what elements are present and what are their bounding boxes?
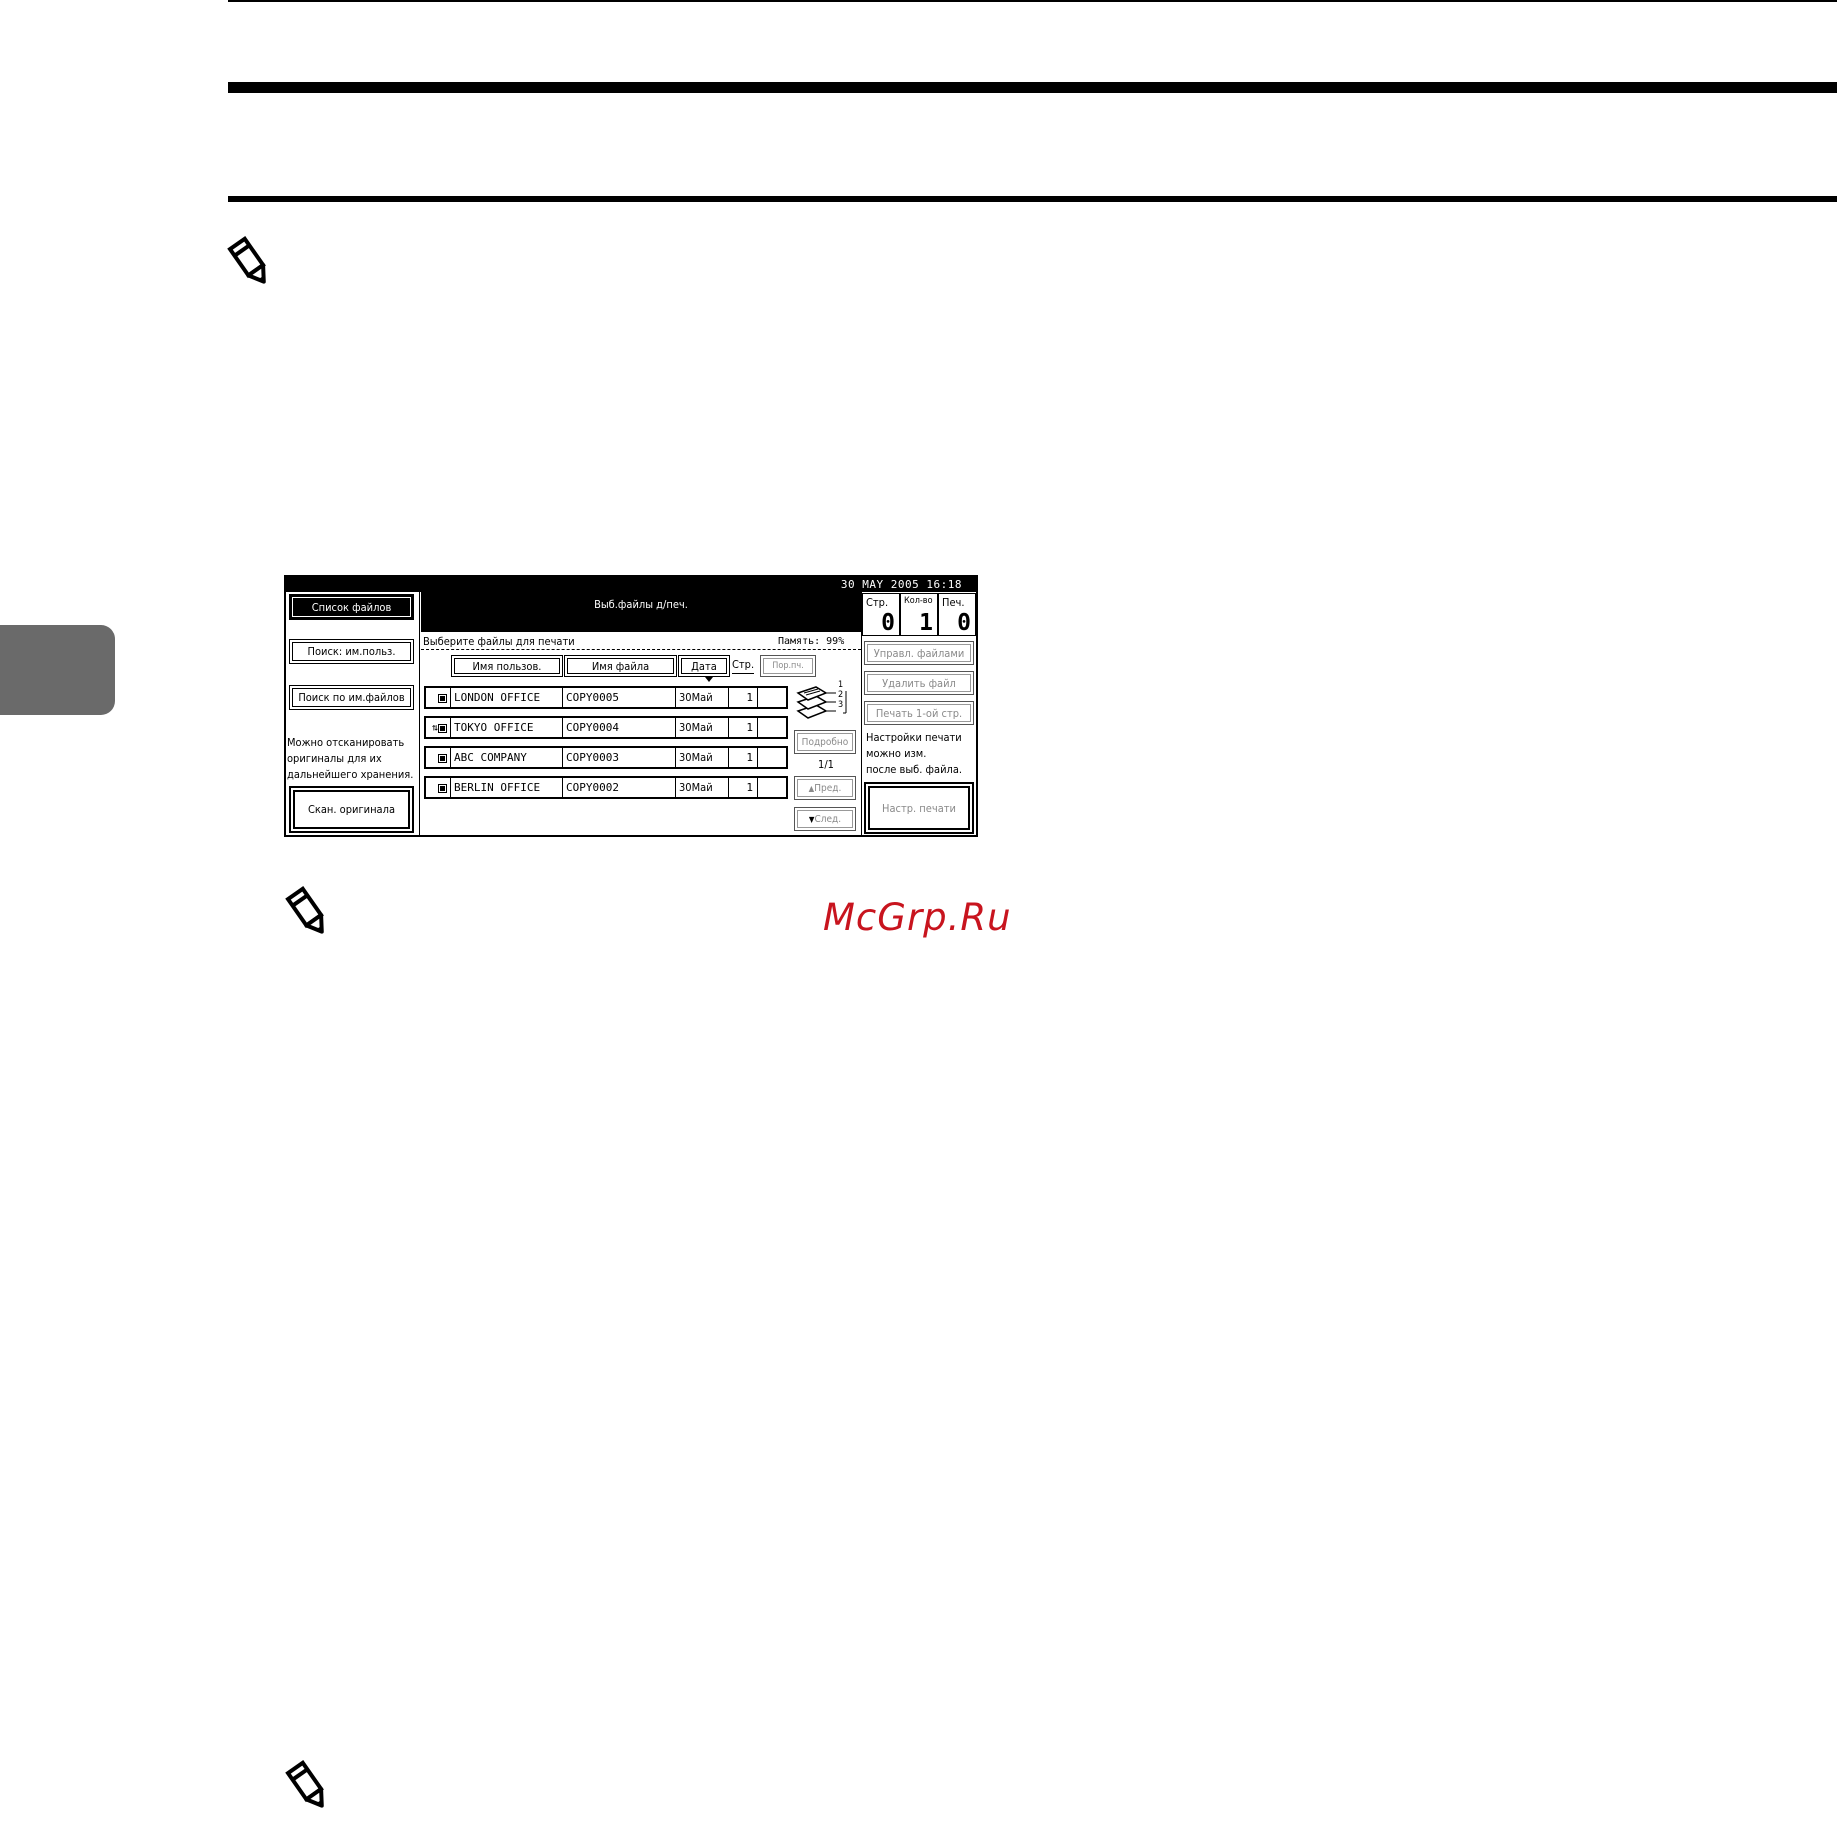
counter-printed: Печ. 0	[938, 593, 976, 636]
print-order-button[interactable]: Пор.пч.	[760, 655, 816, 677]
search-file-label: Поиск по им.файлов	[298, 691, 405, 704]
print-first-page-button[interactable]: Печать 1-ой стр.	[864, 701, 974, 725]
datetime: 30 MAY 2005 16:18	[840, 578, 962, 591]
prev-page-label: Пред.	[814, 782, 842, 794]
sort-indicator-icon	[705, 677, 713, 682]
print-settings-hint-line-3: после выб. файла.	[866, 763, 963, 776]
note-pencil-icon	[285, 1760, 324, 1808]
title-bottom-rule	[228, 196, 1837, 202]
file-pages: 1	[729, 748, 758, 767]
stack-label-3: 3	[838, 700, 844, 710]
file-print-order	[758, 748, 786, 767]
scan-hint-line-2: оригиналы для их	[287, 752, 382, 765]
details-button[interactable]: Подробно	[794, 730, 856, 754]
details-label: Подробно	[801, 736, 849, 748]
screen-header: Выб.файлы д/печ.	[421, 592, 861, 632]
scan-hint-line-1: Можно отсканировать	[287, 736, 405, 749]
document-icon	[426, 778, 451, 797]
counter-pages-label: Стр.	[866, 596, 889, 609]
file-list-tab-label: Список файлов	[311, 600, 392, 614]
file-name: COPY0003	[563, 748, 676, 767]
print-settings-button[interactable]: Настр. печати	[864, 782, 974, 834]
stack-label-1: 1	[838, 680, 844, 690]
note-pencil-icon	[227, 236, 266, 284]
left-panel: Список файлов Поиск: им.польз. Поиск по …	[286, 592, 420, 835]
file-print-order	[758, 778, 786, 797]
chapter-side-tab	[0, 625, 115, 715]
sort-file-label: Имя файла	[591, 659, 650, 673]
file-date: 30Май	[676, 748, 729, 767]
file-row[interactable]: BERLIN OFFICE COPY0002 30Май 1	[424, 776, 788, 799]
file-pages: 1	[729, 718, 758, 737]
manage-files-button[interactable]: Управл. файлами	[864, 641, 974, 665]
file-date: 30Май	[676, 778, 729, 797]
subheader-divider	[421, 649, 861, 650]
print-settings-hint-line-2: можно изм.	[866, 747, 927, 760]
search-user-button[interactable]: Поиск: им.польз.	[289, 639, 414, 664]
file-print-order	[758, 688, 786, 707]
file-row[interactable]: ABC COMPANY COPY0003 30Май 1	[424, 746, 788, 769]
select-files-instruction: Выберите файлы для печати	[423, 635, 575, 648]
sort-user-label: Имя пользов.	[472, 659, 542, 673]
counter-quantity-label: Кол-во	[904, 596, 933, 606]
top-thin-rule	[228, 0, 1837, 2]
file-print-order	[758, 718, 786, 737]
file-name: COPY0005	[563, 688, 676, 707]
memory-indicator: Память: 99%	[778, 636, 845, 647]
print-order-label: Пор.пч.	[772, 661, 804, 671]
file-row[interactable]: LONDON OFFICE COPY0005 30Май 1	[424, 686, 788, 709]
file-name: COPY0002	[563, 778, 676, 797]
file-pages: 1	[729, 778, 758, 797]
page-indicator: 1/1	[818, 758, 834, 771]
document-icon	[426, 688, 451, 707]
file-date: 30Май	[676, 688, 729, 707]
title-top-rule	[228, 82, 1837, 93]
locked-document-icon: ⇅	[426, 718, 451, 737]
document-icon	[426, 748, 451, 767]
note-pencil-icon	[285, 886, 324, 934]
print-settings-label: Настр. печати	[882, 801, 956, 815]
counter-pages-value: 0	[881, 610, 895, 636]
counter-printed-value: 0	[957, 610, 971, 636]
scan-original-label: Скан. оригинала	[307, 803, 396, 816]
sort-user-button[interactable]: Имя пользов.	[451, 655, 563, 677]
manage-files-label: Управл. файлами	[873, 646, 965, 660]
sort-date-label: Дата	[691, 659, 717, 673]
screen-title: Выб.файлы д/печ.	[594, 598, 688, 611]
sort-date-button[interactable]: Дата	[678, 655, 730, 677]
search-user-label: Поиск: им.польз.	[307, 645, 396, 658]
delete-file-button[interactable]: Удалить файл	[864, 671, 974, 695]
file-date: 30Май	[676, 718, 729, 737]
counter-quantity: Кол-во 1	[900, 593, 938, 636]
file-row[interactable]: ⇅ TOKYO OFFICE COPY0004 30Май 1	[424, 716, 788, 739]
prev-page-button[interactable]: ▲ Пред.	[794, 776, 856, 800]
status-bar: 30 MAY 2005 16:18	[286, 577, 976, 592]
delete-file-label: Удалить файл	[882, 676, 956, 690]
scan-original-button[interactable]: Скан. оригинала	[289, 786, 414, 833]
file-user: LONDON OFFICE	[451, 688, 563, 707]
sort-file-button[interactable]: Имя файла	[564, 655, 677, 677]
file-pages: 1	[729, 688, 758, 707]
counter-printed-label: Печ.	[942, 596, 965, 609]
file-name: COPY0004	[563, 718, 676, 737]
counter-quantity-value: 1	[919, 610, 933, 636]
file-user: TOKYO OFFICE	[451, 718, 563, 737]
watermark: McGrp.Ru	[823, 896, 1012, 939]
print-first-page-label: Печать 1-ой стр.	[875, 706, 963, 720]
scan-hint-line-3: дальнейшего хранения.	[287, 768, 414, 781]
file-user: BERLIN OFFICE	[451, 778, 563, 797]
pages-column-label: Стр.	[732, 657, 755, 674]
next-page-button[interactable]: ▼ След.	[794, 807, 856, 831]
counter-pages: Стр. 0	[862, 593, 900, 636]
file-user: ABC COMPANY	[451, 748, 563, 767]
stack-label-2: 2	[838, 690, 844, 700]
print-settings-hint-line-1: Настройки печати	[866, 731, 962, 744]
paper-stack-icon	[796, 686, 847, 719]
search-file-button[interactable]: Поиск по им.файлов	[289, 685, 414, 710]
file-list-tab[interactable]: Список файлов	[289, 594, 414, 620]
next-page-label: След.	[814, 813, 842, 825]
printer-screen: 30 MAY 2005 16:18 Список файлов Поиск: и…	[284, 575, 978, 837]
